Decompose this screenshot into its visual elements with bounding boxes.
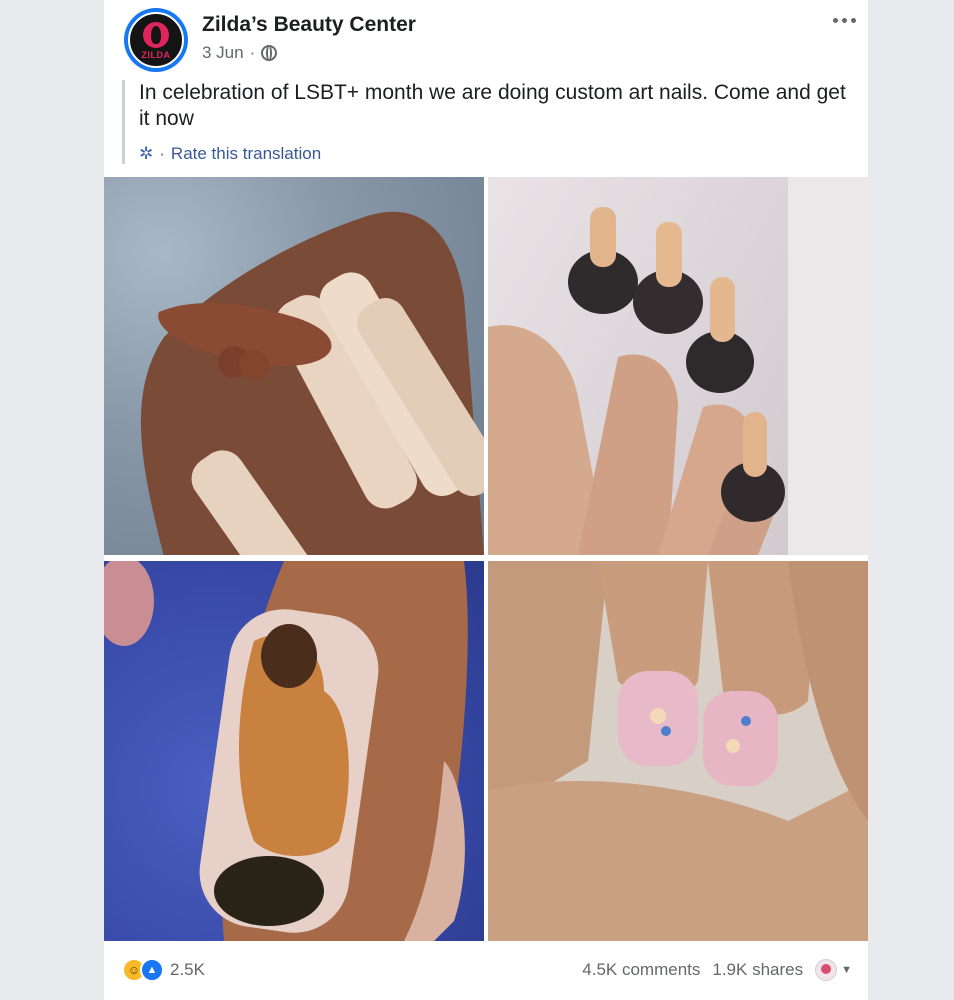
gear-icon: ✲ [139, 144, 154, 163]
photo-4[interactable] [488, 561, 868, 941]
meta-separator: · [249, 43, 256, 62]
rate-translation-link[interactable]: Rate this translation [171, 144, 321, 164]
like-reaction-icon: ▲ [140, 958, 164, 982]
photo-4-art [488, 561, 868, 941]
photo-2[interactable] [488, 177, 868, 555]
post-footer: ☺ ▲ 2.5K 4.5K comments 1.9K shares ▼ [104, 950, 868, 990]
post-card: ZILDA Zilda’s Beauty Center 3 Jun · In c… [104, 0, 868, 1000]
page-name-link[interactable]: Zilda’s Beauty Center [202, 13, 416, 37]
profile-selector-icon[interactable] [815, 959, 838, 981]
post-body: In celebration of LSBT+ month we are doi… [122, 80, 851, 164]
logo-mark [143, 22, 169, 48]
rate-separator: · [159, 144, 165, 163]
photo-1[interactable] [104, 177, 484, 555]
post-text: In celebration of LSBT+ month we are doi… [139, 81, 846, 130]
more-options-icon[interactable] [833, 18, 856, 23]
photo-3[interactable] [104, 561, 484, 941]
reactions-summary[interactable]: ☺ ▲ 2.5K [104, 958, 205, 982]
globe-icon [261, 45, 278, 61]
engagement-stats: 4.5K comments 1.9K shares ▼ [582, 959, 868, 981]
reaction-icons: ☺ ▲ [122, 958, 164, 982]
reaction-count: 2.5K [170, 960, 205, 979]
comments-count-link[interactable]: 4.5K comments [582, 960, 700, 980]
photo-1-art [140, 211, 484, 555]
post-date[interactable]: 3 Jun [202, 43, 244, 63]
photo-3-art [104, 561, 468, 941]
shares-count-link[interactable]: 1.9K shares [712, 960, 803, 980]
page-avatar[interactable]: ZILDA [124, 8, 188, 72]
caret-down-icon[interactable]: ▼ [841, 964, 852, 976]
photo-grid [104, 177, 868, 941]
photo-2-art [488, 177, 868, 555]
avatar-logo: ZILDA [128, 12, 184, 68]
rate-translation-row[interactable]: ✲ · Rate this translation [139, 144, 851, 164]
avatar-logo-text: ZILDA [141, 50, 171, 60]
post-meta: 3 Jun · [202, 43, 278, 63]
